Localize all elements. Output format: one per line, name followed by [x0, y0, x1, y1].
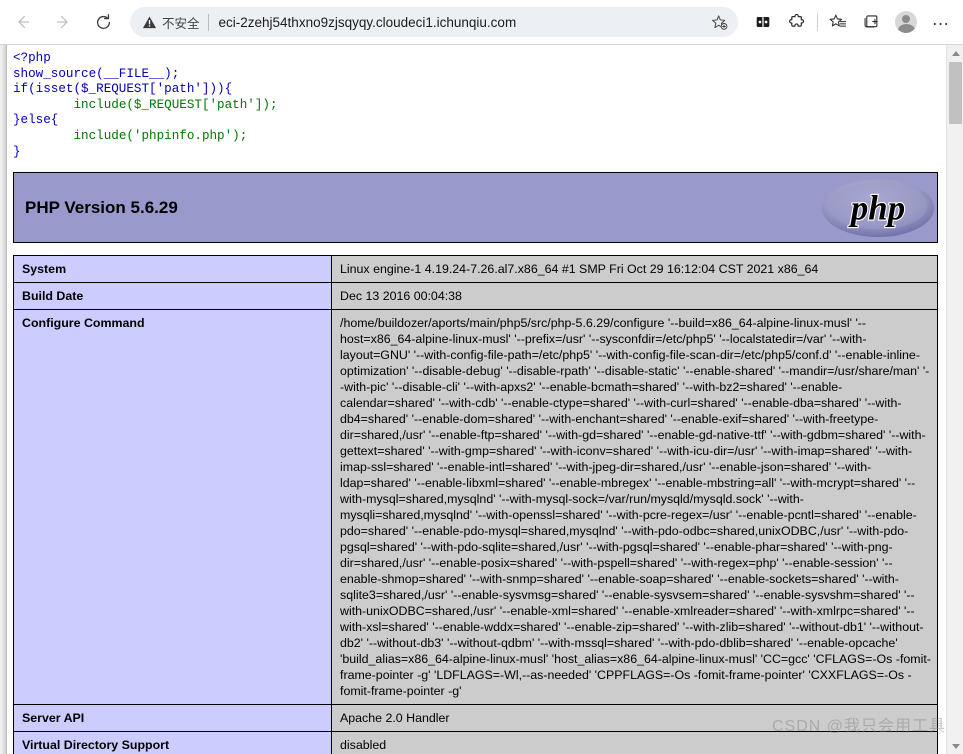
omnibox-divider — [207, 13, 209, 31]
table-row: Server API Apache 2.0 Handler — [13, 704, 938, 733]
star-add-icon[interactable] — [706, 9, 732, 35]
php-logo-icon: php — [821, 178, 935, 237]
php-logo-cell: php — [807, 172, 938, 243]
browser-toolbar: 不安全 eci-2zehj54thxno9zjsqyqy.cloudeci1.i… — [0, 0, 963, 45]
row-value: disabled — [331, 731, 938, 754]
url-text[interactable]: eci-2zehj54thxno9zjsqyqy.cloudeci1.ichun… — [219, 15, 702, 30]
php-version-banner: PHP Version 5.6.29 php — [13, 172, 938, 244]
scroll-down-arrow-icon[interactable] — [947, 738, 963, 754]
row-key: Server API — [13, 704, 332, 733]
svg-text:php: php — [848, 188, 905, 227]
security-status-label: 不安全 — [162, 16, 200, 31]
scrollbar-thumb[interactable] — [949, 62, 962, 124]
php-version-title: PHP Version 5.6.29 — [25, 197, 178, 217]
source-line-7: } — [13, 144, 21, 159]
php-version-row: PHP Version 5.6.29 php — [13, 172, 938, 243]
forward-button[interactable] — [46, 5, 80, 39]
extensions-button[interactable] — [780, 5, 814, 39]
split-screen-button[interactable] — [746, 5, 780, 39]
reload-button[interactable] — [86, 5, 120, 39]
collections-button[interactable] — [855, 5, 889, 39]
source-line-3: if(isset($_REQUEST['path'])){ — [13, 82, 233, 97]
source-line-1: <?php — [13, 51, 51, 65]
row-key: Virtual Directory Support — [13, 731, 332, 754]
puzzle-piece-icon — [788, 13, 804, 27]
row-value: Dec 13 2016 00:04:38 — [331, 282, 938, 311]
row-value: Linux engine-1 4.19.24-7.26.al7.x86_64 #… — [331, 255, 938, 284]
source-line-2: show_source(__FILE__); — [13, 66, 180, 81]
profile-avatar-icon — [895, 11, 917, 33]
source-line-4: include($_REQUEST['path']); — [73, 97, 278, 112]
favorites-star-list-icon — [829, 14, 847, 27]
reload-icon — [96, 13, 110, 29]
row-key: System — [13, 255, 332, 284]
favorites-button[interactable] — [821, 5, 855, 39]
address-bar[interactable]: 不安全 eci-2zehj54thxno9zjsqyqy.cloudeci1.i… — [130, 7, 738, 37]
table-row: Configure Command /home/buildozer/aports… — [13, 309, 938, 706]
phpinfo-table: System Linux engine-1 4.19.24-7.26.al7.x… — [13, 255, 938, 754]
row-value: Apache 2.0 Handler — [331, 704, 938, 733]
page-content: <?php show_source(__FILE__); if(isset($_… — [0, 45, 946, 754]
phpinfo-output: PHP Version 5.6.29 php System Linux engi… — [13, 172, 938, 754]
profile-button[interactable] — [889, 5, 923, 39]
arrow-left-icon — [18, 15, 30, 29]
source-line-6: include('phpinfo.php'); — [73, 128, 248, 143]
arrow-right-icon — [56, 15, 68, 29]
table-row: Build Date Dec 13 2016 00:04:38 — [13, 282, 938, 311]
table-row: System Linux engine-1 4.19.24-7.26.al7.x… — [13, 255, 938, 284]
php-version-cell: PHP Version 5.6.29 — [13, 172, 808, 243]
page-viewport: <?php show_source(__FILE__); if(isset($_… — [0, 45, 963, 754]
page-scrollbar[interactable] — [946, 45, 963, 754]
settings-menu-button[interactable]: … — [923, 5, 959, 39]
side-panel-edge[interactable] — [0, 45, 7, 754]
source-line-5: }else{ — [13, 113, 59, 128]
toolbar-divider — [817, 13, 818, 31]
table-row: Virtual Directory Support disabled — [13, 731, 938, 754]
back-button[interactable] — [6, 5, 40, 39]
warning-triangle-icon — [142, 15, 157, 30]
row-key: Configure Command — [13, 309, 332, 706]
scroll-up-arrow-icon[interactable] — [947, 45, 963, 61]
split-screen-icon — [756, 17, 770, 27]
row-key: Build Date — [13, 282, 332, 311]
row-value: /home/buildozer/aports/main/php5/src/php… — [331, 309, 938, 706]
php-source-listing: <?php show_source(__FILE__); if(isset($_… — [13, 51, 946, 160]
collections-icon — [864, 15, 878, 28]
